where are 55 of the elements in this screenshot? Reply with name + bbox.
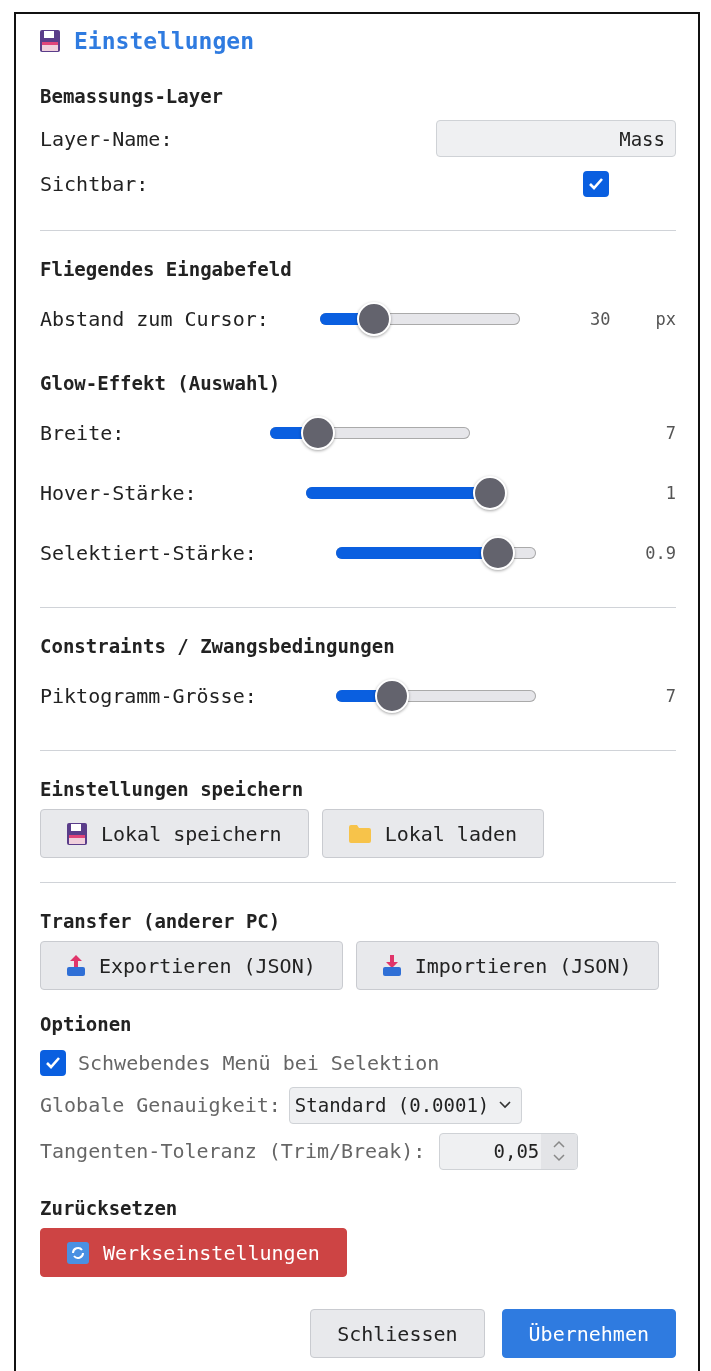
slider-label: Breite: — [40, 421, 125, 445]
precision-dropdown[interactable]: Standard (0.0001) — [288, 1086, 523, 1124]
slider-value: 30 — [589, 309, 611, 329]
slider-value: 0.9 — [644, 543, 676, 563]
tolerance-number-field[interactable]: 0,05 — [439, 1132, 579, 1170]
slider-label: Selektiert-Stärke: — [40, 541, 257, 565]
slider-thumb[interactable] — [481, 536, 516, 570]
field-label: Layer-Name: — [40, 126, 173, 151]
slider-label: Abstand zum Cursor: — [40, 307, 269, 331]
section-heading: Glow-Effekt (Auswahl) — [40, 371, 282, 395]
section-heading: Einstellungen speichern — [40, 777, 305, 801]
checkbox-label: Schwebendes Menü bei Selektion — [78, 1051, 440, 1075]
dialog-button[interactable]: Übernehmen — [501, 1309, 676, 1358]
tray-up-arrow-icon — [67, 954, 85, 977]
slider-value: 7 — [664, 686, 676, 706]
slider-thumb[interactable] — [375, 679, 410, 713]
action-button[interactable]: Lokal speichern — [40, 809, 309, 858]
slider[interactable] — [336, 536, 537, 570]
slider-value: 7 — [664, 423, 676, 443]
slider-label: Piktogramm-Grösse: — [40, 684, 257, 708]
panel-title: Einstellungen — [74, 28, 254, 54]
slider[interactable] — [306, 476, 507, 510]
layer-name-field[interactable]: Mass — [436, 120, 676, 157]
slider[interactable] — [319, 302, 520, 336]
checkbox[interactable] — [583, 170, 609, 197]
slider[interactable] — [336, 679, 537, 713]
action-button[interactable]: Importieren (JSON) — [355, 941, 659, 990]
slider[interactable] — [270, 416, 471, 450]
number-label: Tangenten-Toleranz (Trim/Break): — [40, 1139, 426, 1163]
tray-down-arrow-icon — [382, 954, 401, 977]
section-heading: Zurücksetzen — [40, 1196, 179, 1220]
section-heading: Optionen — [40, 1012, 133, 1036]
checkbox-label: Sichtbar: — [40, 171, 149, 196]
section-heading: Transfer (anderer PC) — [40, 909, 282, 933]
unit-label: px — [655, 309, 676, 329]
action-button[interactable]: Lokal laden — [321, 809, 545, 858]
dialog-button[interactable]: Schliessen — [310, 1309, 485, 1358]
slider-thumb[interactable] — [473, 476, 508, 510]
slider-label: Hover-Stärke: — [40, 481, 197, 505]
checkbox[interactable] — [40, 1050, 66, 1076]
select-label: Globale Genauigkeit: — [40, 1093, 281, 1117]
section-heading: Bemassungs-Layer — [40, 84, 225, 108]
section-heading: Constraints / Zwangsbedingungen — [40, 634, 396, 658]
refresh-icon — [67, 1241, 89, 1264]
checkmark-icon — [588, 176, 604, 191]
chevron-down-icon — [499, 1101, 512, 1109]
spinner-arrows-icon[interactable] — [552, 1139, 567, 1163]
folder-icon — [348, 824, 371, 843]
section-heading: Fliegendes Eingabefeld — [40, 257, 293, 281]
slider-thumb[interactable] — [301, 416, 336, 450]
action-button[interactable]: Exportieren (JSON) — [40, 941, 343, 990]
action-button[interactable]: Werkseinstellungen — [40, 1228, 347, 1277]
slider-thumb[interactable] — [356, 302, 391, 336]
slider-value: 1 — [664, 483, 676, 503]
checkmark-icon — [45, 1056, 61, 1070]
